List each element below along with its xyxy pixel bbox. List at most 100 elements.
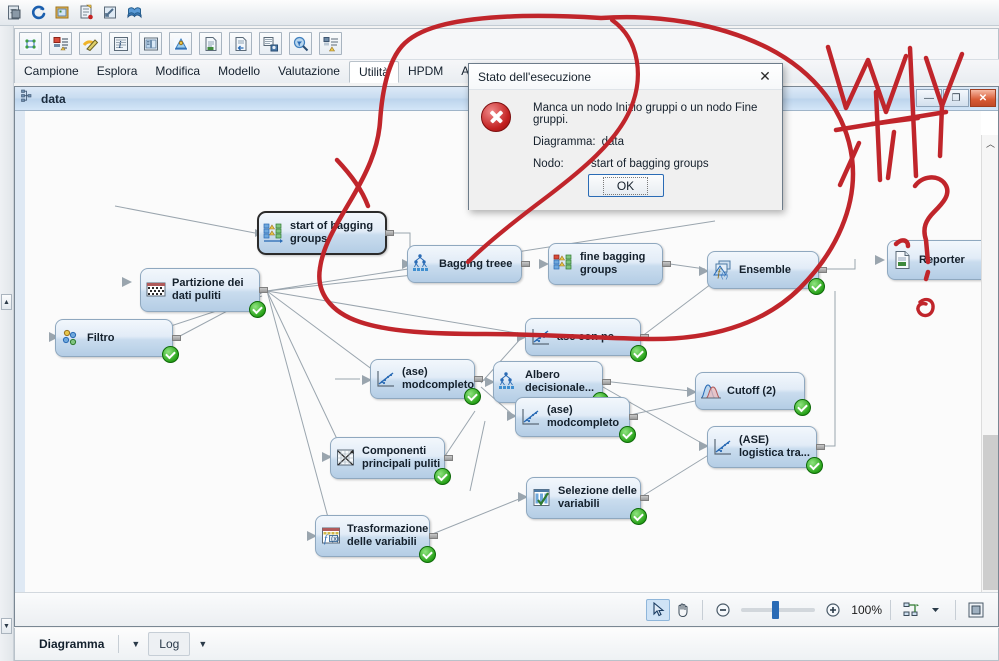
tab-utilita[interactable]: Utilità — [348, 61, 399, 83]
dialog-ok-label: OK — [602, 176, 649, 195]
node-output-port[interactable] — [816, 444, 825, 450]
node-bagging-treee[interactable]: Bagging treee — [407, 245, 530, 283]
pca-node-icon — [335, 447, 357, 469]
node-output-port[interactable] — [602, 379, 611, 385]
node-output-port[interactable] — [172, 335, 181, 341]
chevron-down-icon[interactable] — [923, 599, 947, 621]
dialog-body: Manca un nodo Inizio gruppi o un nodo Fi… — [469, 90, 782, 210]
sample-data-icon[interactable] — [19, 32, 42, 55]
help-book-icon[interactable] — [125, 3, 144, 22]
vertical-scroll-thumb[interactable] — [983, 435, 998, 590]
info-icon[interactable]: i — [109, 32, 132, 55]
node-output-port[interactable] — [662, 261, 671, 267]
tab-valutazione[interactable]: Valutazione — [269, 61, 349, 83]
node-cutoff[interactable]: Cutoff (2) — [695, 372, 811, 416]
node-componenti-principali-puliti[interactable]: Componenti principali puliti — [330, 437, 453, 485]
node-filtro[interactable]: Filtro — [55, 319, 181, 363]
merge-icon[interactable] — [259, 32, 282, 55]
diagramma-dropdown-icon[interactable]: ▼ — [123, 639, 148, 649]
node-output-port[interactable] — [818, 267, 827, 273]
status-check-icon — [794, 399, 811, 416]
node-label: Reporter — [919, 253, 965, 266]
dialog-message-text: Manca un nodo Inizio gruppi o un nodo Fi… — [533, 102, 758, 126]
node-output-port[interactable] — [444, 455, 453, 461]
node-label: ase con pc — [557, 330, 614, 343]
status-check-icon — [619, 426, 636, 443]
data-partition-icon[interactable] — [169, 32, 192, 55]
ribbon-icon-row: i — [19, 32, 342, 55]
tab-hpdm[interactable]: HPDM — [399, 61, 452, 83]
status-check-icon — [162, 346, 179, 363]
arrow-cursor-icon[interactable] — [646, 598, 671, 621]
node-label: Ensemble — [739, 263, 791, 276]
open-project-icon[interactable] — [53, 3, 72, 22]
status-check-icon — [808, 278, 825, 295]
dialog-titlebar: Stato dell'esecuzione ✕ — [469, 64, 782, 90]
filter-icon[interactable] — [289, 32, 312, 55]
node-output-port[interactable] — [640, 495, 649, 501]
canvas-vertical-scrollbar[interactable]: ︿ ﹀ — [981, 135, 998, 616]
zoom-out-icon[interactable] — [711, 599, 735, 621]
fit-diagram-icon[interactable] — [899, 599, 923, 621]
node-ase-logistica[interactable]: (ASE) logistica tra... — [707, 426, 825, 474]
file-import-icon[interactable] — [199, 32, 222, 55]
tab-modifica[interactable]: Modifica — [146, 61, 209, 83]
zoom-percent-label: 100% — [851, 602, 882, 617]
tab-log[interactable]: Log — [148, 632, 191, 656]
maximize-button[interactable]: ❐ — [943, 89, 969, 107]
node-output-port[interactable] — [521, 261, 530, 267]
node-start-of-bagging-groups[interactable]: start of bagging groups — [257, 211, 394, 255]
dialog-close-icon[interactable]: ✕ — [754, 67, 776, 87]
node-output-port[interactable] — [429, 533, 438, 539]
ensemble-node-icon: f (·) — [712, 259, 734, 281]
import-icon[interactable] — [101, 3, 120, 22]
log-dropdown-icon[interactable]: ▼ — [190, 639, 215, 649]
start-groups-icon — [263, 222, 285, 244]
toolbar-separator — [955, 599, 956, 620]
refresh-icon[interactable] — [29, 3, 48, 22]
zoom-slider[interactable] — [741, 600, 816, 619]
node-ase-modcompleto-1[interactable]: (ase) modcompleto — [370, 359, 483, 405]
node-partizione-dati-puliti[interactable]: Partizione dei dati puliti — [140, 268, 268, 318]
hand-icon[interactable] — [670, 599, 694, 621]
node-label: Filtro — [87, 331, 115, 344]
edit-pencil-icon[interactable] — [79, 32, 102, 55]
regression-node-icon — [712, 436, 734, 458]
node-reporter[interactable]: Reporter — [887, 240, 981, 280]
metadata-icon[interactable] — [139, 32, 162, 55]
node-output-port[interactable] — [629, 414, 638, 420]
node-output-port[interactable] — [385, 230, 394, 236]
tab-modello[interactable]: Modello — [209, 61, 269, 83]
node-selezione-variabili[interactable]: Selezione delle variabili — [526, 477, 649, 525]
tab-campione[interactable]: Campione — [15, 61, 88, 83]
node-label: Selezione delle variabili — [558, 485, 637, 510]
zoom-in-icon[interactable] — [821, 599, 845, 621]
zoom-slider-thumb[interactable] — [772, 600, 780, 619]
new-diagram-icon[interactable] — [77, 3, 96, 22]
regression-node-icon — [530, 326, 552, 348]
node-ase-modcompleto-2[interactable]: (ase) modcompleto — [515, 397, 638, 443]
tab-diagramma[interactable]: Diagramma — [29, 633, 114, 655]
file-export-icon[interactable] — [229, 32, 252, 55]
diagram-project-icon[interactable] — [5, 3, 24, 22]
gutter-scroll-up-button[interactable]: ▲ — [1, 294, 12, 310]
close-button[interactable]: ✕ — [970, 89, 996, 107]
application-window: ▲ ▼ i Campione Esplora Modifica Modello … — [0, 0, 999, 661]
bottom-separator — [118, 635, 120, 653]
append-icon[interactable] — [319, 32, 342, 55]
minimize-button[interactable]: — — [916, 89, 942, 107]
transform-node-icon: f (x) — [320, 525, 342, 547]
scroll-up-button[interactable]: ︿ — [982, 135, 999, 152]
node-output-port[interactable] — [474, 376, 483, 382]
variable-list-icon[interactable] — [49, 32, 72, 55]
node-trasformazione-variabili[interactable]: f (x) Trasformazione delle variabili — [315, 515, 438, 563]
node-ensemble[interactable]: f (·) Ensemble — [707, 251, 827, 295]
node-fine-bagging-groups[interactable]: fine bagging groups — [548, 243, 671, 285]
node-output-port[interactable] — [259, 287, 268, 293]
tab-esplora[interactable]: Esplora — [88, 61, 147, 83]
dialog-ok-button[interactable]: OK — [587, 174, 664, 197]
gutter-scroll-down-button[interactable]: ▼ — [1, 618, 12, 634]
node-ase-con-pc[interactable]: ase con pc — [525, 318, 649, 362]
node-output-port[interactable] — [640, 334, 649, 340]
overview-panel-icon[interactable] — [964, 599, 988, 621]
